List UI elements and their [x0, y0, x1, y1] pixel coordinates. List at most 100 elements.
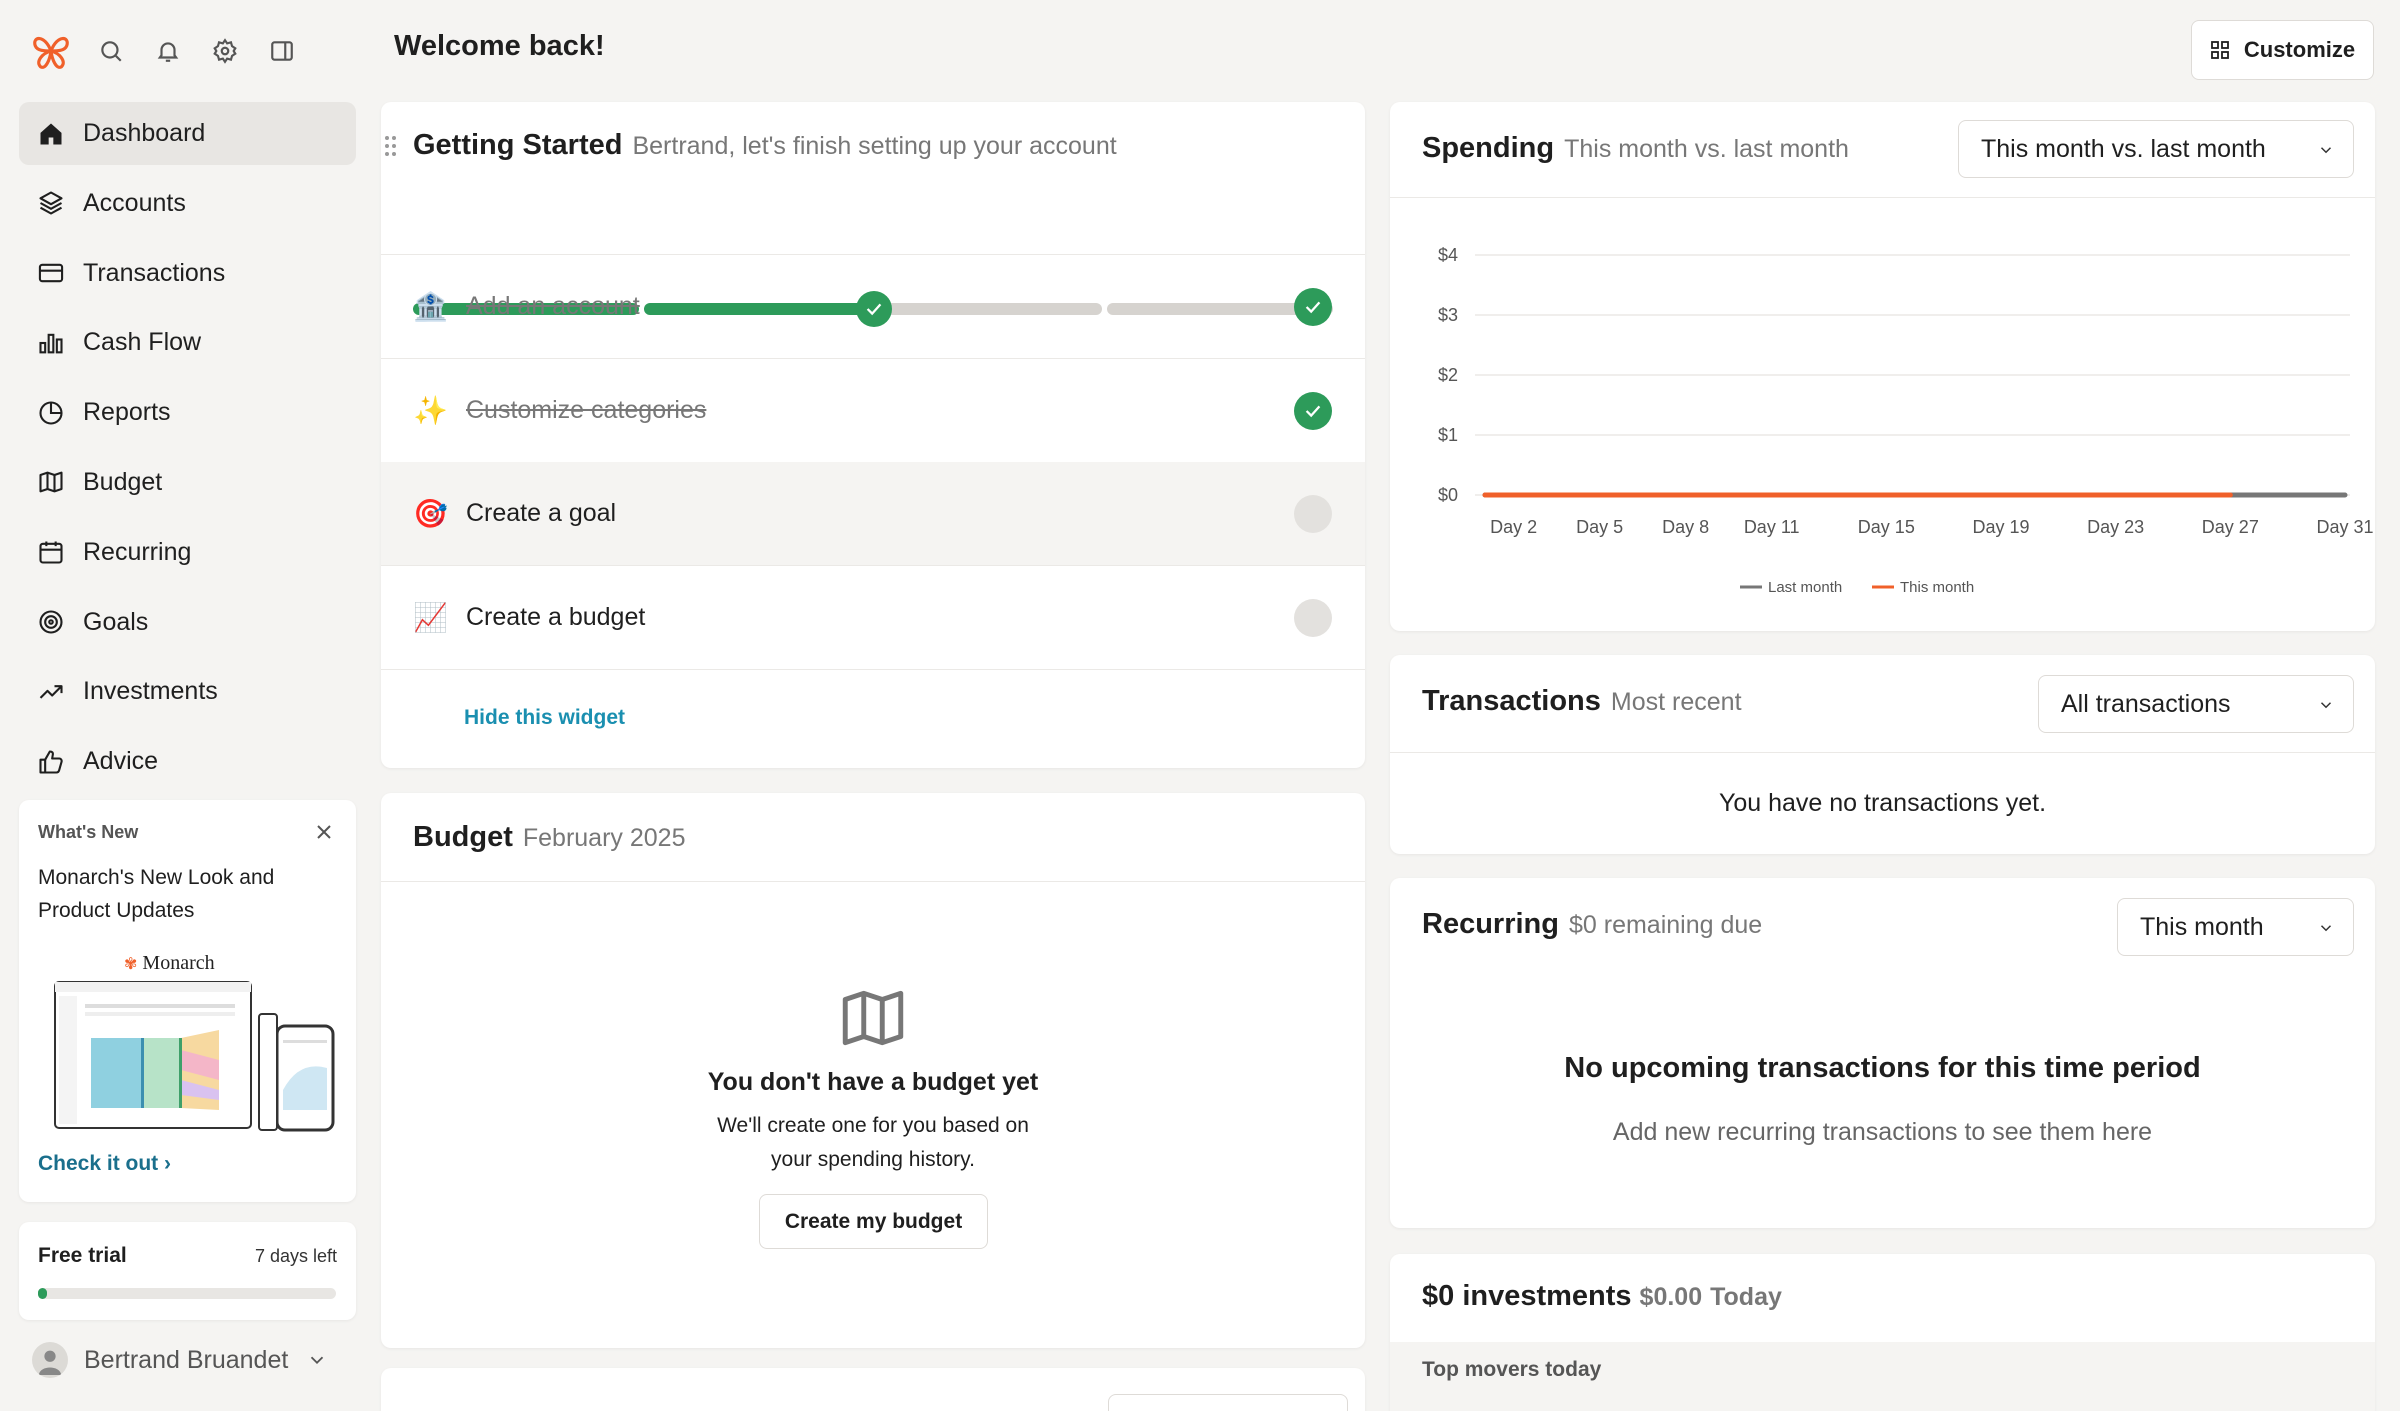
recurring-card: Recurring $0 remaining due This month No …: [1390, 878, 2375, 1228]
x-tick-label: Day 15: [1858, 517, 1915, 537]
calendar-icon: [39, 541, 63, 564]
customize-button[interactable]: Customize: [2191, 20, 2374, 80]
x-tick-label: Day 11: [1744, 517, 1800, 537]
bar-chart-icon: [39, 333, 63, 354]
task-add-account[interactable]: 🏦 Add an account: [381, 255, 1365, 358]
transactions-filter-dropdown[interactable]: All transactions: [2038, 675, 2354, 733]
incomplete-circle-icon: [1294, 598, 1332, 637]
budget-subtitle: February 2025: [522, 824, 686, 852]
next-widget-dropdown[interactable]: [1108, 1394, 1348, 1411]
sidebar-item-dashboard[interactable]: Dashboard: [19, 102, 356, 165]
grid-icon: [2210, 41, 2229, 59]
sidebar-item-accounts[interactable]: Accounts: [19, 172, 356, 235]
sidebar-item-transactions[interactable]: Transactions: [19, 242, 356, 305]
y-tick-label: $1: [1438, 425, 1458, 445]
search-icon[interactable]: [91, 31, 131, 71]
sidebar-toolbar: [28, 28, 302, 74]
sidebar-item-recurring[interactable]: Recurring: [19, 521, 356, 584]
sidebar-item-label: Cash Flow: [83, 328, 202, 357]
avatar: [32, 1342, 68, 1378]
investments-period: Today: [1710, 1283, 1782, 1311]
transactions-subtitle: Most recent: [1610, 688, 1742, 716]
whats-new-heading: What's New: [38, 822, 139, 842]
page-title: Welcome back!: [394, 30, 605, 62]
sidebar-toggle-icon[interactable]: [262, 31, 302, 71]
sidebar-item-investments[interactable]: Investments: [19, 660, 356, 723]
x-tick-label: Day 19: [1972, 517, 2029, 537]
sidebar-item-label: Investments: [83, 677, 218, 706]
next-widget-card: [381, 1368, 1365, 1411]
sidebar-item-label: Budget: [83, 467, 163, 496]
sidebar-item-budget[interactable]: Budget: [19, 451, 356, 514]
sidebar-item-reports[interactable]: Reports: [19, 381, 356, 444]
free-trial-card[interactable]: Free trial 7 days left: [19, 1222, 356, 1320]
y-tick-label: $4: [1438, 245, 1458, 265]
transactions-card: Transactions Most recent All transactions…: [1390, 655, 2375, 854]
hide-widget-link[interactable]: Hide this widget: [464, 706, 625, 730]
user-name: Bertrand Bruandet: [84, 1345, 289, 1374]
chevron-down-icon: [2320, 702, 2332, 709]
transactions-empty-text: You have no transactions yet.: [1718, 789, 2047, 817]
target-icon: [39, 610, 63, 634]
task-create-goal[interactable]: 🎯 Create a goal: [381, 462, 1365, 565]
trial-progress-bar: [38, 1288, 336, 1299]
budget-card: Budget February 2025 You don't have a bud…: [381, 793, 1365, 1348]
legend-label: Last month: [1768, 579, 1842, 596]
check-it-out-link[interactable]: Check it out ›: [38, 1152, 171, 1176]
customize-label: Customize: [2243, 37, 2356, 62]
bell-icon[interactable]: [148, 31, 188, 71]
close-icon[interactable]: [312, 820, 336, 844]
recurring-subtitle: $0 remaining due: [1568, 911, 1763, 939]
getting-started-subtitle: Bertrand, let's finish setting up your a…: [632, 132, 1117, 160]
sidebar-item-label: Advice: [83, 747, 159, 776]
x-tick-label: Day 2: [1490, 517, 1537, 537]
budget-empty-text: We'll create one for you based on your s…: [717, 1114, 1029, 1171]
task-label: Create a budget: [466, 603, 646, 631]
trial-progress-fill: [38, 1288, 47, 1299]
task-label: Create a goal: [466, 499, 617, 527]
create-budget-button[interactable]: Create my budget: [759, 1194, 988, 1249]
credit-card-icon: [38, 263, 64, 283]
y-tick-label: $2: [1438, 365, 1458, 385]
recurring-empty-text: Add new recurring transactions to see th…: [1612, 1118, 2153, 1146]
map-icon: [39, 472, 63, 493]
getting-started-card: Getting Started Bertrand, let's finish se…: [381, 102, 1365, 768]
task-label: Add an account: [466, 292, 640, 320]
getting-started-title: Getting Started Bertrand, let's finish se…: [413, 129, 1117, 161]
drag-handle-icon[interactable]: [381, 132, 401, 162]
check-icon: [1294, 391, 1332, 430]
sidebar-nav: Dashboard Accounts Transactions Cash Flo…: [19, 102, 356, 800]
top-movers-label: Top movers today: [1422, 1358, 1602, 1381]
sidebar-item-label: Recurring: [83, 537, 192, 566]
sidebar-item-label: Goals: [83, 607, 149, 636]
sidebar-item-goals[interactable]: Goals: [19, 591, 356, 654]
chart-emoji-icon: 📈: [413, 601, 448, 633]
dropdown-value: This month: [2140, 912, 2264, 941]
pie-chart-icon: [39, 401, 63, 425]
chevron-down-icon: [311, 1356, 324, 1365]
sidebar-item-label: Dashboard: [83, 119, 206, 147]
sidebar-item-label: Transactions: [83, 258, 226, 287]
dropdown-value: All transactions: [2061, 689, 2231, 718]
home-icon: [40, 123, 62, 144]
whats-new-card: What's New Monarch's New Look and Produc…: [19, 800, 356, 1202]
recurring-period-dropdown[interactable]: This month: [2117, 898, 2354, 956]
recurring-empty-heading: No upcoming transactions for this time p…: [1564, 1052, 2201, 1084]
gear-icon[interactable]: [205, 31, 245, 71]
y-tick-label: $0: [1438, 485, 1458, 505]
sidebar: Dashboard Accounts Transactions Cash Flo…: [0, 0, 370, 1411]
x-tick-label: Day 31: [2316, 517, 2373, 537]
user-menu[interactable]: Bertrand Bruandet: [32, 1340, 328, 1380]
task-create-budget[interactable]: 📈 Create a budget: [381, 566, 1365, 669]
x-tick-label: Day 8: [1662, 517, 1709, 537]
layers-icon: [39, 191, 63, 215]
target-emoji-icon: 🎯: [413, 497, 448, 529]
monarch-logo-icon[interactable]: [28, 28, 74, 74]
product-preview-image: [54, 981, 335, 1132]
check-icon: [1294, 287, 1332, 326]
sidebar-item-cash-flow[interactable]: Cash Flow: [19, 311, 356, 374]
investments-card: $0 investments $0.00 Today Top movers toda…: [1390, 1254, 2375, 1411]
whats-new-title: Monarch's New Look and Product Updates: [38, 866, 275, 922]
sidebar-item-advice[interactable]: Advice: [19, 730, 356, 793]
task-customize-categories[interactable]: ✨ Customize categories: [381, 359, 1365, 462]
